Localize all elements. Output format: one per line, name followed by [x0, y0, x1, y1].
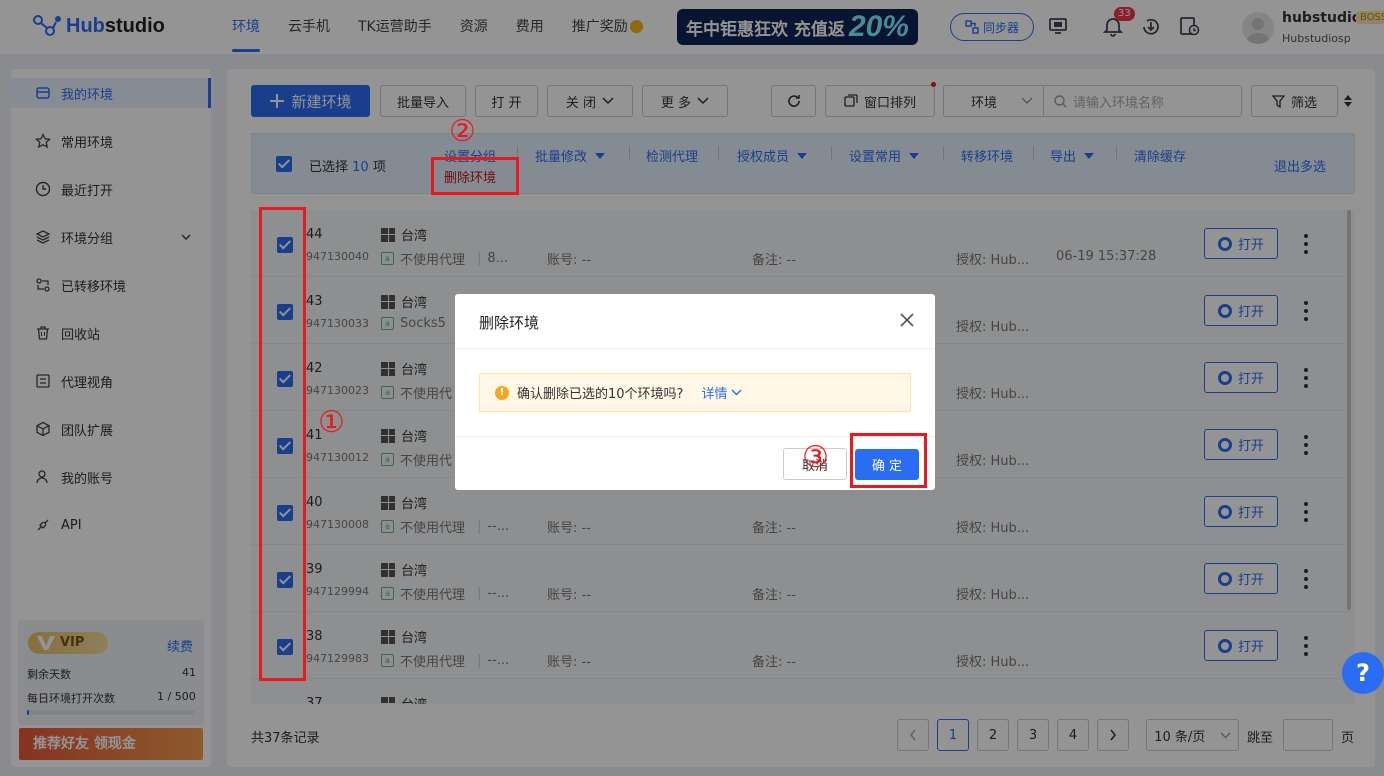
dialog-title: 删除环境	[479, 314, 540, 332]
details-toggle[interactable]: 详情	[701, 383, 742, 402]
chevron-down-icon	[731, 389, 742, 396]
warning-alert: ! 确认删除已选的10个环境吗? 详情	[479, 373, 911, 412]
warning-message: 确认删除已选的10个环境吗?	[517, 387, 684, 402]
question-icon: ?	[1356, 659, 1370, 687]
step3-number: ③	[802, 440, 829, 475]
step1-number: ①	[318, 405, 345, 440]
warning-icon: !	[495, 385, 509, 400]
delete-env-dialog: 删除环境 ! 确认删除已选的10个环境吗? 详情 取消 确 定	[455, 294, 935, 490]
help-button[interactable]: ?	[1342, 652, 1384, 694]
step2-number: ②	[449, 114, 476, 149]
confirm-button[interactable]: 确 定	[855, 449, 919, 480]
close-icon[interactable]	[899, 312, 915, 328]
